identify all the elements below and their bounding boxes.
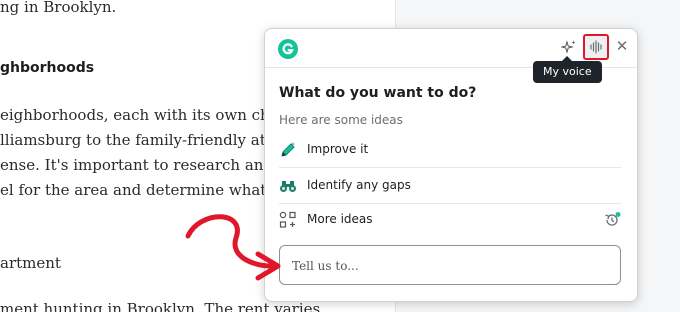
doc-line: artment [0,254,61,272]
idea-label: Improve it [307,142,369,156]
my-voice-tooltip: My voice [533,56,602,83]
doc-line: ng in Brooklyn. [0,0,117,16]
grid-plus-icon [279,211,296,228]
doc-heading: ghborhoods [0,60,95,76]
binoculars-icon [280,181,296,192]
grammarly-logo-icon [278,39,298,59]
voice-waveform-icon [590,40,602,54]
my-voice-button[interactable] [583,34,609,60]
idea-more-ideas[interactable]: More ideas [279,203,621,237]
prompt-input[interactable] [290,254,614,278]
idea-improve-it[interactable]: Improve it [279,133,621,168]
prompt-input-box[interactable] [279,245,621,285]
idea-identify-gaps[interactable]: Identify any gaps [279,169,621,204]
doc-line: lliamsburg to the family-friendly atmosp [0,131,307,149]
panel-heading: What do you want to do? [279,85,477,101]
idea-label: More ideas [307,212,373,226]
assistant-panel: ✕ My voice What do you want to do? Here … [264,28,638,302]
panel-subheading: Here are some ideas [279,113,403,127]
pencil-sparkle-icon [281,142,295,157]
doc-line: el for the area and determine what suits [0,181,307,199]
idea-label: Identify any gaps [307,178,411,192]
sparkle-icon[interactable] [561,39,577,55]
close-icon[interactable]: ✕ [614,38,630,54]
history-icon[interactable] [603,211,621,229]
